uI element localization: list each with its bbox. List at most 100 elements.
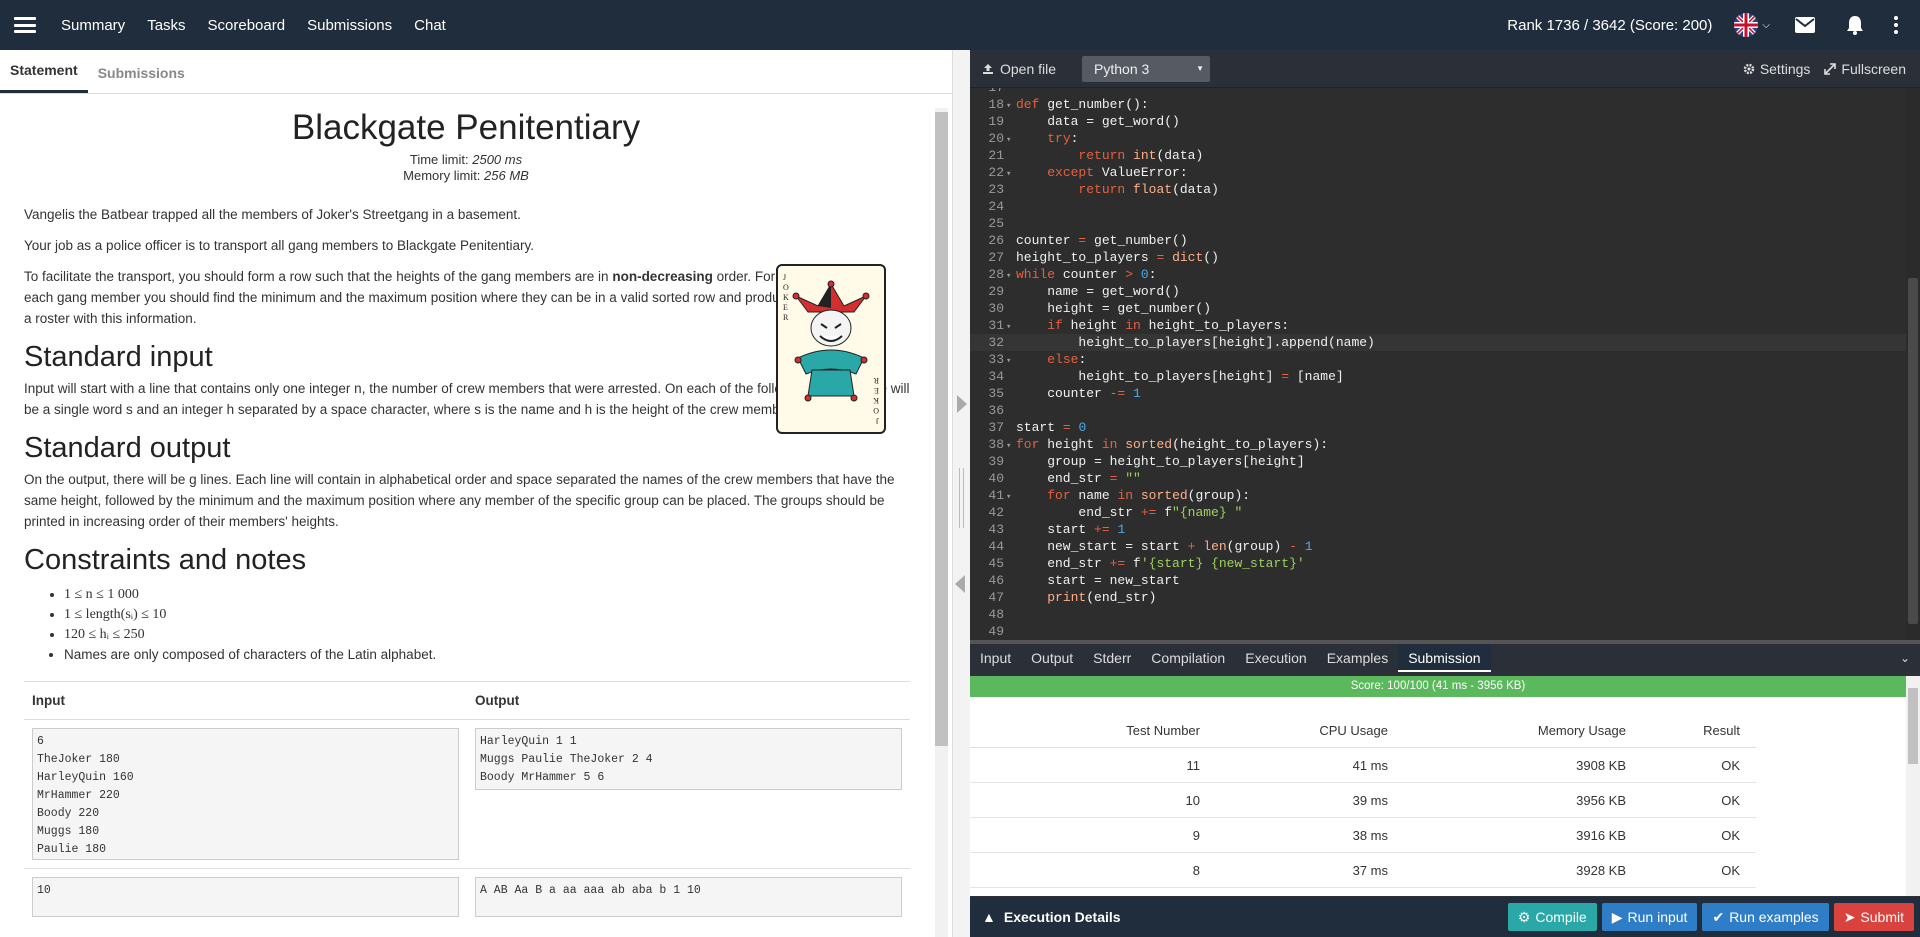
- editor-toolbar: Open file Python 3 ▼ Settings Fullscreen: [970, 50, 1920, 88]
- cpu-usage: 37 ms: [1352, 862, 1388, 878]
- resize-handle[interactable]: [959, 468, 964, 528]
- constraint-item: 120 ≤ hᵢ ≤ 250: [64, 625, 908, 645]
- tab-submissions[interactable]: Submissions: [88, 65, 195, 93]
- tab-examples[interactable]: Examples: [1317, 644, 1398, 672]
- submit-label: Submit: [1860, 909, 1904, 925]
- nav-scoreboard[interactable]: Scoreboard: [208, 17, 286, 34]
- test-number: 11: [1186, 757, 1201, 773]
- cpu-usage: 41 ms: [1352, 757, 1388, 773]
- expand-icon: [1824, 62, 1837, 75]
- more-options-icon[interactable]: [1894, 16, 1898, 34]
- test-number: 9: [1192, 827, 1200, 843]
- results-header: Test Number CPU Usage Memory Usage Resul…: [970, 713, 1756, 748]
- cpu-usage: 38 ms: [1352, 827, 1388, 843]
- execution-details-label: Execution Details: [1003, 909, 1121, 925]
- check-icon: ✔: [1712, 908, 1725, 925]
- collapse-left-icon[interactable]: [955, 575, 965, 593]
- results-scrollbar[interactable]: [1906, 676, 1920, 896]
- example-input[interactable]: 6 TheJoker 180 HarleyQuin 160 MrHammer 2…: [32, 728, 459, 860]
- open-file-label: Open file: [1000, 60, 1057, 77]
- tab-execution[interactable]: Execution: [1235, 644, 1316, 672]
- chevron-down-icon[interactable]: ⌵: [1762, 20, 1770, 31]
- nav-chat[interactable]: Chat: [414, 17, 446, 34]
- example-output[interactable]: HarleyQuin 1 1 Muggs Paulie TheJoker 2 4…: [475, 728, 902, 790]
- fullscreen-button[interactable]: Fullscreen: [1824, 61, 1906, 77]
- rank-score-text: Rank 1736 / 3642 (Score: 200): [1507, 16, 1713, 34]
- time-limit-label: Time limit:: [409, 152, 473, 167]
- settings-button[interactable]: Settings: [1743, 61, 1810, 77]
- p3-bold: non-decreasing: [612, 269, 713, 284]
- table-row: 11 41 ms 3908 KB OK: [970, 748, 1756, 783]
- output-panel-tabs: Input Output Stderr Compilation Executio…: [970, 640, 1920, 672]
- execution-details-toggle[interactable]: ▲ Execution Details: [982, 909, 1121, 925]
- nav-summary[interactable]: Summary: [61, 17, 125, 34]
- constraint-item: 1 ≤ length(sᵢ) ≤ 10: [64, 605, 908, 625]
- open-file-button[interactable]: Open file: [982, 61, 1056, 77]
- tab-output[interactable]: Output: [1021, 644, 1083, 672]
- result: OK: [1721, 827, 1740, 843]
- run-examples-label: Run examples: [1729, 909, 1819, 925]
- time-limit-value: 2500 ms: [472, 152, 523, 167]
- nav-tasks[interactable]: Tasks: [147, 17, 185, 34]
- svg-text:R: R: [783, 313, 789, 322]
- panel-divider[interactable]: [952, 50, 970, 937]
- code-scrollbar[interactable]: [1906, 88, 1920, 640]
- example-row: 10 A AB Aa B a aa aaa ab aba b 1 10: [24, 868, 910, 925]
- run-input-button[interactable]: ▶ Run input: [1601, 903, 1698, 931]
- result: OK: [1721, 757, 1740, 773]
- chevron-down-icon[interactable]: ⌄: [1900, 651, 1910, 665]
- select-arrow-icon: ▼: [1196, 63, 1205, 73]
- col-test-number: Test Number: [1126, 722, 1200, 738]
- statement-scrollbar[interactable]: [935, 108, 948, 937]
- bell-icon[interactable]: [1844, 15, 1866, 35]
- score-bar: Score: 100/100 (41 ms - 3956 KB): [970, 676, 1906, 697]
- tab-submission[interactable]: Submission: [1398, 644, 1491, 672]
- tab-stderr[interactable]: Stderr: [1083, 644, 1141, 672]
- problem-title: Blackgate Penitentiary: [291, 108, 641, 147]
- hamburger-menu-icon[interactable]: [14, 17, 36, 33]
- col-result: Result: [1703, 722, 1740, 738]
- example-input[interactable]: 10: [32, 877, 459, 917]
- table-row: 10 39 ms 3956 KB OK: [970, 783, 1756, 818]
- example-output[interactable]: A AB Aa B a aa aaa ab aba b 1 10: [475, 877, 902, 917]
- examples-table: Input Output 6 TheJoker 180 HarleyQuin 1…: [24, 681, 910, 925]
- gear-icon: [1743, 63, 1755, 74]
- left-tabs: Statement Submissions: [0, 50, 952, 94]
- compile-button[interactable]: ⚙ Compile: [1507, 903, 1597, 931]
- output-description: On the output, there will be g lines. Ea…: [24, 472, 895, 529]
- tab-compilation[interactable]: Compilation: [1141, 644, 1235, 672]
- memory-usage: 3956 KB: [1576, 792, 1626, 808]
- constraint-item: Names are only composed of characters of…: [64, 645, 908, 665]
- language-select[interactable]: Python 3 ▼: [1082, 55, 1211, 82]
- svg-text:R: R: [873, 376, 879, 385]
- top-navbar: Summary Tasks Scoreboard Submissions Cha…: [0, 0, 1920, 50]
- paragraph-1: Vangelis the Batbear trapped all the mem…: [24, 207, 521, 222]
- mail-icon[interactable]: [1794, 15, 1816, 35]
- col-memory-usage: Memory Usage: [1537, 722, 1626, 738]
- output-heading: Standard output: [24, 432, 231, 464]
- memory-usage: 3908 KB: [1576, 757, 1626, 773]
- example-row: 6 TheJoker 180 HarleyQuin 160 MrHammer 2…: [24, 720, 910, 868]
- constraint-item: 1 ≤ n ≤ 1 000: [64, 585, 908, 605]
- editor-panel: Open file Python 3 ▼ Settings Fullscreen…: [970, 50, 1920, 937]
- svg-text:O: O: [783, 283, 789, 292]
- tab-input[interactable]: Input: [970, 644, 1021, 672]
- paragraph-2: Your job as a police officer is to trans…: [24, 238, 535, 253]
- code-editor[interactable]: 17 18▾def get_number(): 19 data = get_wo…: [970, 88, 1906, 640]
- nav-submissions[interactable]: Submissions: [307, 17, 392, 34]
- expand-right-icon[interactable]: [957, 395, 967, 413]
- upload-icon: [983, 63, 993, 74]
- result: OK: [1721, 792, 1740, 808]
- submit-button[interactable]: ➤ Submit: [1833, 903, 1914, 931]
- table-row: 9 38 ms 3916 KB OK: [970, 818, 1756, 853]
- gears-icon: ⚙: [1517, 908, 1531, 925]
- uk-flag-icon[interactable]: [1734, 13, 1759, 37]
- table-row: 8 37 ms 3928 KB OK: [970, 853, 1756, 888]
- examples-header: Input Output: [24, 682, 910, 720]
- svg-text:J: J: [876, 416, 879, 425]
- constraints-list: 1 ≤ n ≤ 1 000 1 ≤ length(sᵢ) ≤ 10 120 ≤ …: [64, 585, 908, 665]
- svg-text:J: J: [783, 273, 786, 282]
- fullscreen-label: Fullscreen: [1841, 60, 1906, 77]
- run-examples-button[interactable]: ✔ Run examples: [1702, 903, 1829, 931]
- tab-statement[interactable]: Statement: [0, 62, 88, 93]
